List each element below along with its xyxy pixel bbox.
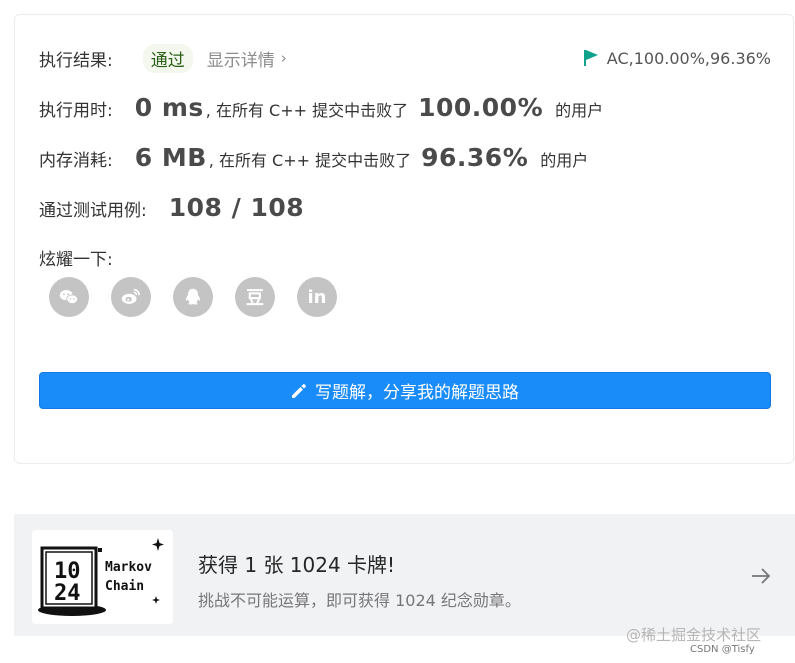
pencil-icon [292, 383, 306, 398]
show-details-link[interactable]: 显示详情 › [207, 46, 287, 71]
memory-middle-text: , 在所有 C++ 提交中击败了 [208, 151, 412, 170]
write-solution-button[interactable]: 写题解，分享我的解题思路 [39, 372, 771, 409]
watermark-juejin: @稀土掘金技术社区 [626, 626, 762, 644]
tests-row: 通过测试用例: 108 / 108 [39, 193, 304, 222]
memory-percent: 96.36% [421, 143, 529, 172]
status-badge: 通过 [142, 43, 193, 73]
result-label: 执行结果: [39, 50, 113, 71]
runtime-row: 执行用时: 0 ms , 在所有 C++ 提交中击败了 100.00% 的用户 [39, 93, 603, 122]
runtime-middle-text: , 在所有 C++ 提交中击败了 [205, 101, 409, 120]
linkedin-glyph: in [307, 286, 327, 308]
runtime-label: 执行用时: [39, 101, 113, 121]
show-details-label: 显示详情 [206, 50, 275, 71]
tests-value: 108 / 108 [168, 193, 305, 222]
runtime-suffix: 的用户 [555, 101, 604, 120]
ac-summary-text: AC,100.00%,96.36% [606, 48, 771, 68]
submission-result-card: 执行结果: 通过 显示详情 › AC,100.00%,96.36% 执行用时: … [14, 14, 794, 464]
result-row: 执行结果: 通过 显示详情 › AC,100.00%,96.36% [39, 43, 771, 73]
memory-label: 内存消耗: [39, 151, 113, 171]
watermark-csdn: CSDN @Tisfy [690, 644, 755, 655]
write-solution-label: 写题解，分享我的解题思路 [315, 383, 519, 403]
chevron-right-icon: › [280, 49, 287, 67]
promo-banner[interactable]: 10 24 Markov Chain 获得 1 张 1024 卡牌! 挑战不可能… [14, 514, 795, 636]
memory-suffix: 的用户 [540, 151, 589, 170]
linkedin-icon[interactable]: in [297, 277, 337, 317]
arrow-right-icon[interactable] [749, 564, 773, 588]
promo-card-image: 10 24 Markov Chain [32, 530, 173, 624]
douban-icon[interactable]: 豆 [235, 277, 275, 317]
memory-row: 内存消耗: 6 MB , 在所有 C++ 提交中击败了 96.36% 的用户 [39, 143, 588, 172]
weibo-icon[interactable] [111, 277, 151, 317]
promo-subtitle: 挑战不可能运算，即可获得 1024 纪念勋章。 [198, 591, 521, 610]
promo-card-text-2: Chain [105, 579, 145, 594]
share-label: 炫耀一下: [39, 250, 113, 270]
promo-title: 获得 1 张 1024 卡牌! [198, 553, 396, 577]
qq-icon[interactable] [173, 277, 213, 317]
svg-text:24: 24 [54, 581, 81, 606]
ac-summary: AC,100.00%,96.36% [583, 49, 771, 68]
memory-value: 6 MB [134, 143, 207, 172]
flag-icon [583, 50, 598, 66]
tests-label: 通过测试用例: [39, 201, 147, 221]
promo-card-text-1: Markov [105, 560, 152, 575]
share-icons: 豆 in [49, 277, 337, 317]
douban-glyph: 豆 [246, 288, 264, 309]
runtime-value: 0 ms [134, 93, 204, 122]
wechat-icon[interactable] [49, 277, 89, 317]
runtime-percent: 100.00% [418, 93, 544, 122]
